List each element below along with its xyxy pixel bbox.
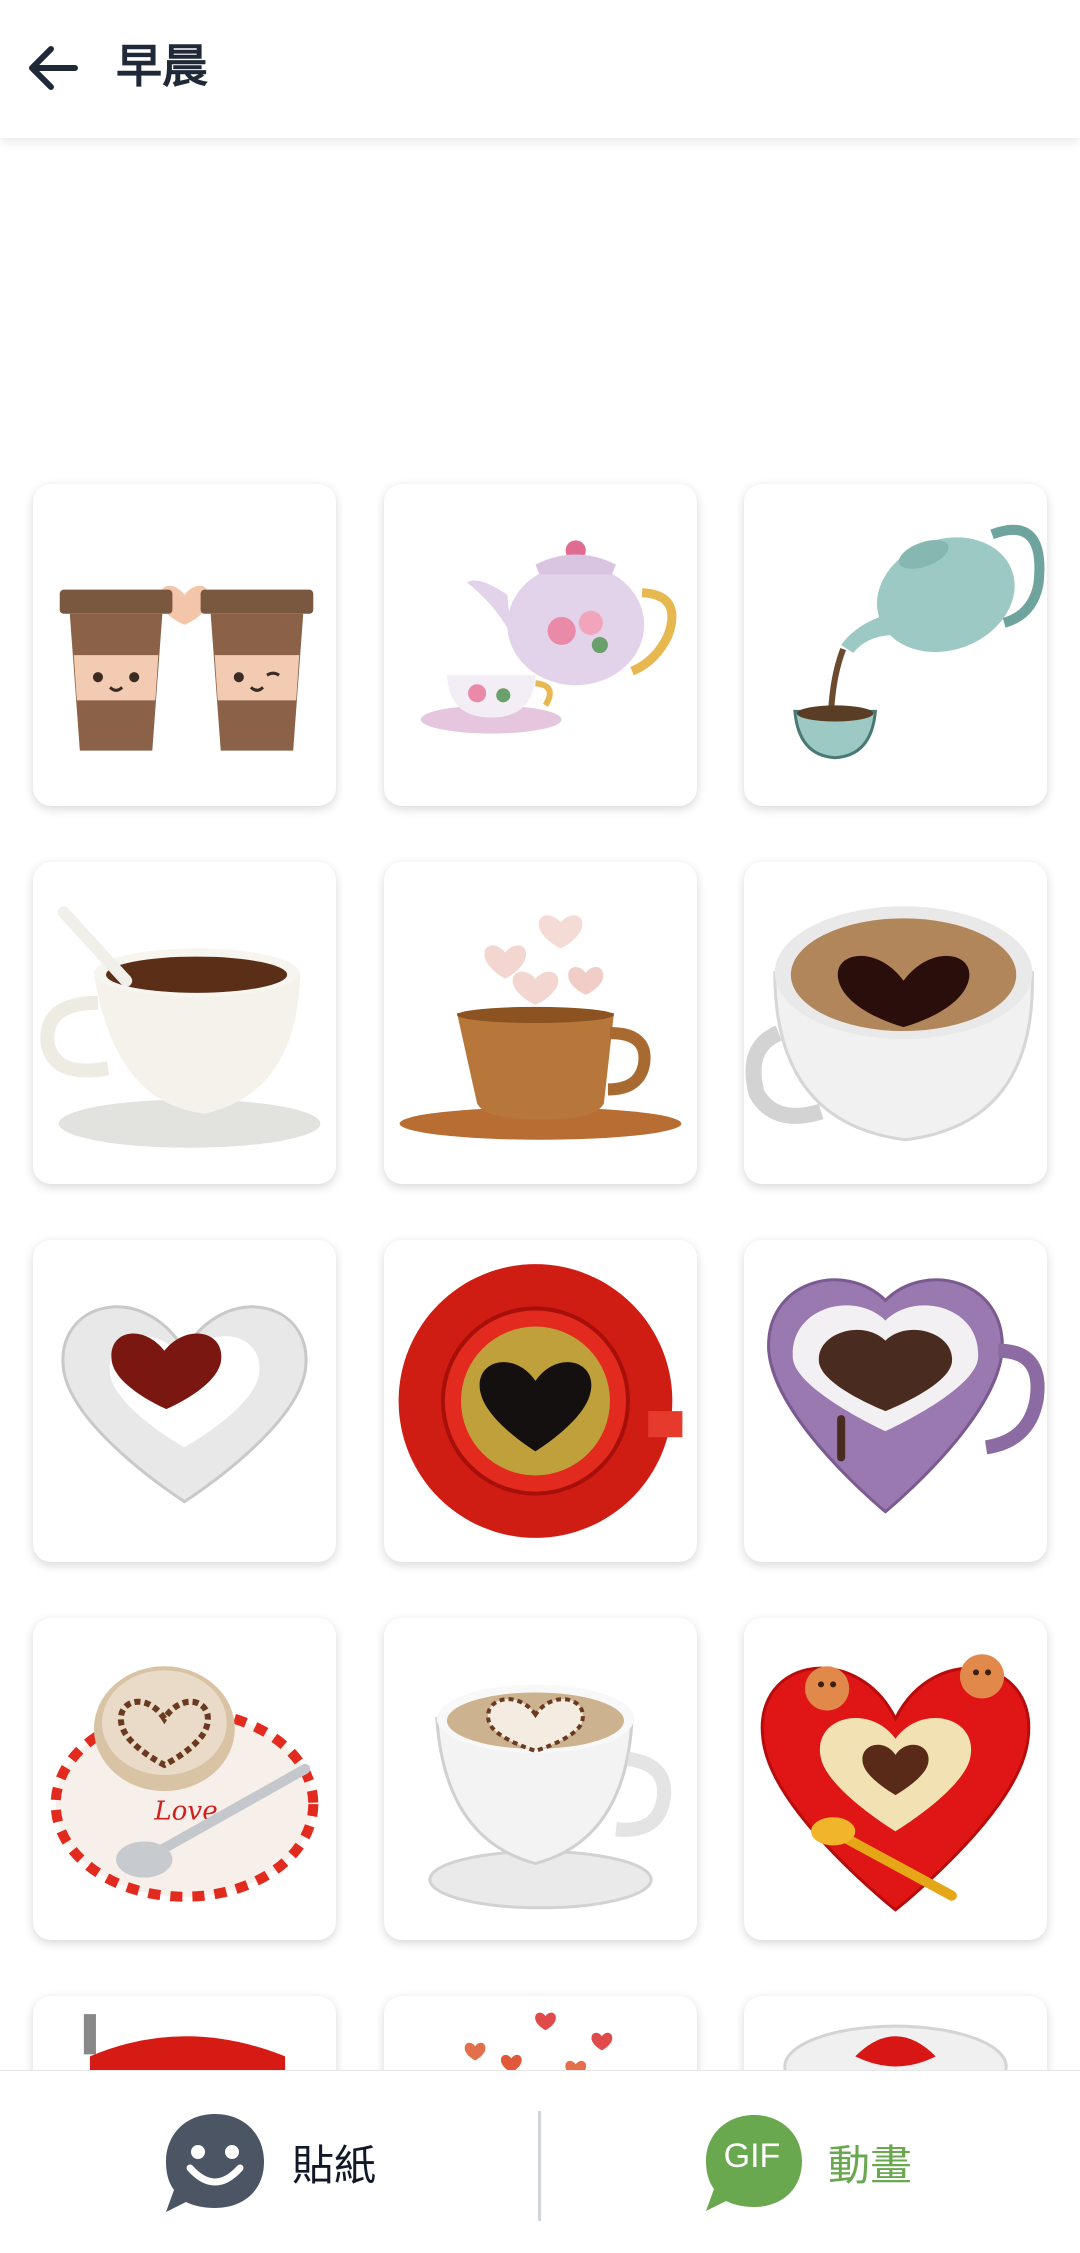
sticker-partial-floating-hearts[interactable] [384, 1996, 697, 2070]
tab-divider [538, 2111, 541, 2221]
back-button[interactable] [18, 28, 88, 108]
gif-badge-text: GIF [723, 2136, 781, 2175]
sticker-white-coffee-cup[interactable] [33, 862, 336, 1184]
sticker-heart-latte-cup[interactable] [744, 862, 1047, 1184]
tab-stickers-label: 貼紙 [292, 2141, 377, 2190]
sticker-love-cappuccino[interactable]: Love [33, 1618, 336, 1940]
sticker-grid: Love [0, 0, 1080, 2070]
gingerbread-heart-plate-icon [761, 1654, 1030, 1912]
latte-art-cup-icon [428, 1684, 672, 1910]
tab-gif-label: 動畫 [828, 2141, 913, 2190]
sticker-partial-rose-cup[interactable] [744, 1996, 1047, 2070]
back-arrow-icon [29, 46, 78, 90]
page-title: 早晨 [116, 39, 208, 93]
red-heart-coffee-icon [398, 1264, 683, 1538]
bottom-tab-bar: 貼紙 GIF 動畫 [0, 2070, 1080, 2253]
red-cup-icon [83, 2014, 286, 2070]
sticker-latte-art-cup[interactable] [384, 1618, 697, 1940]
gif-badge-icon: GIF [702, 2111, 806, 2215]
floating-hearts-icon [464, 2012, 613, 2070]
purple-heart-mug-icon [767, 1278, 1045, 1514]
sticker-teapot-pouring[interactable] [744, 484, 1047, 806]
sticker-partial-red-cup[interactable] [33, 1996, 336, 2070]
floral-teapot-icon [420, 540, 677, 734]
white-coffee-cup-icon [40, 906, 321, 1148]
white-heart-cup-icon [61, 1305, 308, 1504]
steaming-copper-cup-icon [399, 915, 682, 1140]
teapot-pouring-icon [793, 524, 1045, 760]
sticker-floral-teapot[interactable] [384, 484, 697, 806]
sticker-red-heart-coffee[interactable] [384, 1240, 697, 1562]
app-header: 早晨 [0, 0, 1080, 138]
smiley-chat-icon [166, 2113, 264, 2212]
tab-stickers[interactable]: 貼紙 [160, 2071, 376, 2253]
coffee-cups-pair-icon [59, 585, 314, 751]
sticker-purple-heart-mug[interactable] [744, 1240, 1047, 1562]
sticker-steaming-copper-cup[interactable] [384, 862, 697, 1184]
sticker-white-heart-cup[interactable] [33, 1240, 336, 1562]
sticker-coffee-cups-pair[interactable] [33, 484, 336, 806]
love-cappuccino-icon: Love [50, 1666, 319, 1902]
tab-gif[interactable]: GIF 動畫 [702, 2071, 912, 2253]
rose-cup-icon [783, 2024, 1008, 2070]
sticker-gingerbread-heart-plate[interactable] [744, 1618, 1047, 1940]
heart-latte-cup-icon [745, 906, 1034, 1142]
